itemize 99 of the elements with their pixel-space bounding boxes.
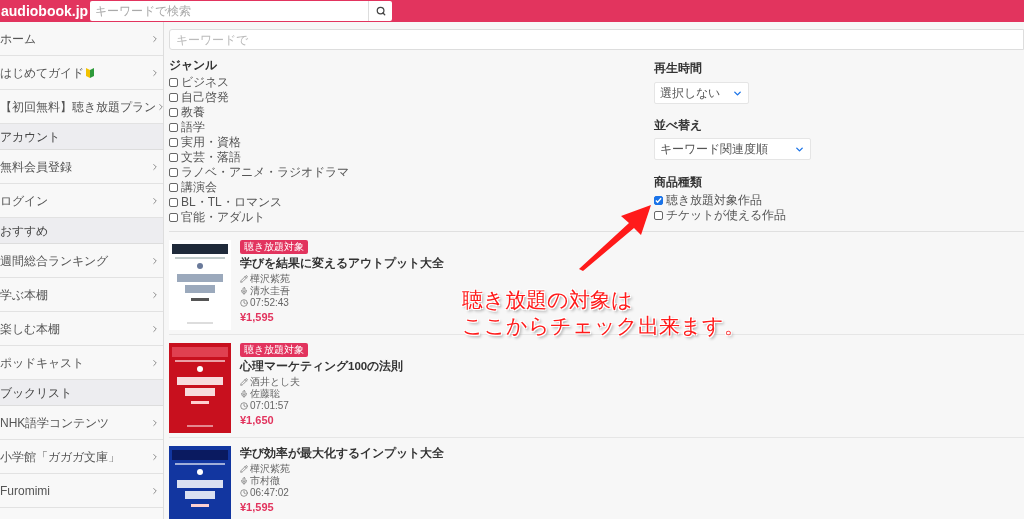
search-icon <box>375 6 386 16</box>
filter-heading: ジャンル <box>169 57 218 74</box>
pencil-icon <box>240 275 248 283</box>
sidebar-item[interactable]: 学ぶ本棚 <box>0 278 163 312</box>
sidebar-item[interactable]: 小学館「ガガガ文庫」 <box>0 440 163 474</box>
sidebar-item[interactable]: 楽しむ本棚 <box>0 312 163 346</box>
checkbox-label: 実用・資格 <box>181 135 241 150</box>
checkbox-label: 自己啓発 <box>181 90 229 105</box>
sidebar-item[interactable]: 週間総合ランキング <box>0 244 163 278</box>
sidebar-section-header: アカウント <box>0 124 163 150</box>
search-field[interactable]: キーワードで検索 <box>90 1 368 21</box>
sidebar-item-label: NHK語学コンテンツ <box>0 414 110 432</box>
checkbox-label: ビジネス <box>181 75 229 90</box>
author-name[interactable]: 樺沢紫苑 <box>250 463 290 475</box>
sidebar-item[interactable]: 無料会員登録 <box>0 150 163 184</box>
annotation-text: ここからチェック出来ます。 <box>462 313 745 339</box>
checkbox[interactable] <box>169 93 178 102</box>
sidebar-item[interactable]: ホーム <box>0 22 163 56</box>
checkbox-label: ラノベ・アニメ・ラジオドラマ <box>181 165 349 180</box>
narrator-name[interactable]: 清水圭吾 <box>250 285 290 297</box>
checkbox-label: 教養 <box>181 105 205 120</box>
sidebar-item-label: 【初回無料】聴き放題プラン <box>0 98 156 116</box>
chevron-right-icon <box>150 485 160 496</box>
chevron-right-icon <box>150 289 160 300</box>
sidebar-section-header: ブックリスト <box>0 380 163 406</box>
sidebar-item-label: Furomimi <box>0 482 50 500</box>
chevron-right-icon <box>150 67 160 78</box>
sidebar-item[interactable]: はじめてガイド <box>0 56 163 90</box>
price: ¥1,650 <box>240 414 275 427</box>
book-title[interactable]: 学びを結果に変えるアウトプット大全 <box>240 256 444 271</box>
sidebar-item-label: ログイン <box>0 192 48 210</box>
duration-dropdown[interactable]: 選択しない <box>654 82 749 104</box>
sidebar-item[interactable]: NHK語学コンテンツ <box>0 406 163 440</box>
checkbox[interactable] <box>169 213 178 222</box>
checkbox[interactable] <box>169 78 178 87</box>
sort-dropdown[interactable]: キーワード関連度順 <box>654 138 811 160</box>
chevron-right-icon <box>150 357 160 368</box>
checkbox-label: 聴き放題対象作品 <box>666 193 762 208</box>
checkbox[interactable] <box>169 138 178 147</box>
annotation-text: 聴き放題の対象は <box>462 287 634 313</box>
duration-text: 06:47:02 <box>250 487 289 499</box>
chevron-right-icon <box>150 417 160 428</box>
checkbox-label: 官能・アダルト <box>181 210 265 225</box>
duration-text: 07:52:43 <box>250 297 289 309</box>
keyword-field[interactable]: キーワードで <box>169 29 1024 50</box>
sidebar-item-label: 無料会員登録 <box>0 158 72 176</box>
logo[interactable]: audiobook.jp <box>0 0 90 22</box>
narrator-name[interactable]: 佐藤聡 <box>250 388 280 400</box>
checkbox[interactable] <box>169 183 178 192</box>
unlimited-badge: 聴き放題対象 <box>240 343 308 357</box>
chevron-right-icon <box>150 323 160 334</box>
sidebar-item-label: 週間総合ランキング <box>0 252 108 270</box>
duration-text: 07:01:57 <box>250 400 289 412</box>
checkbox[interactable] <box>654 211 663 220</box>
pencil-icon <box>240 378 248 386</box>
chevron-right-icon <box>156 101 166 112</box>
checkbox-label: BL・TL・ロマンス <box>181 195 282 210</box>
sidebar-item[interactable]: Furomimi <box>0 474 163 508</box>
clock-icon <box>240 402 248 410</box>
checkbox[interactable] <box>169 108 178 117</box>
checkbox-label: 講演会 <box>181 180 217 195</box>
checkbox[interactable] <box>169 168 178 177</box>
chevron-right-icon <box>150 255 160 266</box>
price: ¥1,595 <box>240 501 275 514</box>
sidebar-item-label: ホーム <box>0 30 36 48</box>
filter-heading: 商品種類 <box>654 174 703 191</box>
author-name[interactable]: 樺沢紫苑 <box>250 273 290 285</box>
pencil-icon <box>240 465 248 473</box>
chevron-right-icon <box>150 195 160 206</box>
checkbox[interactable] <box>169 123 178 132</box>
chevron-right-icon <box>150 451 160 462</box>
sidebar-item-label: ポッドキャスト <box>0 354 84 372</box>
clock-icon <box>240 299 248 307</box>
search-button[interactable] <box>368 1 392 21</box>
book-title[interactable]: 心理マーケティング100の法則 <box>240 359 404 374</box>
sidebar-item-label: 楽しむ本棚 <box>0 320 60 338</box>
narrator-name[interactable]: 市村徹 <box>250 475 280 487</box>
checkbox-label: チケットが使える作品 <box>666 208 786 223</box>
checkbox-label: 語学 <box>181 120 205 135</box>
filter-heading: 並べ替え <box>654 117 703 134</box>
microphone-icon <box>240 287 248 295</box>
clock-icon <box>240 489 248 497</box>
checkbox[interactable] <box>169 198 178 207</box>
filter-heading: 再生時間 <box>654 60 703 77</box>
sidebar-section-header: おすすめ <box>0 218 163 244</box>
sidebar-item-label: はじめてガイド <box>0 64 84 82</box>
price: ¥1,595 <box>240 311 275 324</box>
checkbox[interactable] <box>169 153 178 162</box>
microphone-icon <box>240 477 248 485</box>
sidebar-item-label: 学ぶ本棚 <box>0 286 48 304</box>
sidebar-item-label: 小学館「ガガガ文庫」 <box>0 448 120 466</box>
checkbox[interactable] <box>654 196 663 205</box>
microphone-icon <box>240 390 248 398</box>
unlimited-badge: 聴き放題対象 <box>240 240 308 254</box>
chevron-right-icon <box>150 161 160 172</box>
author-name[interactable]: 酒井とし夫 <box>250 376 300 388</box>
chevron-right-icon <box>150 33 160 44</box>
book-title[interactable]: 学び効率が最大化するインプット大全 <box>240 446 444 461</box>
checkbox-label: 文芸・落語 <box>181 150 241 165</box>
